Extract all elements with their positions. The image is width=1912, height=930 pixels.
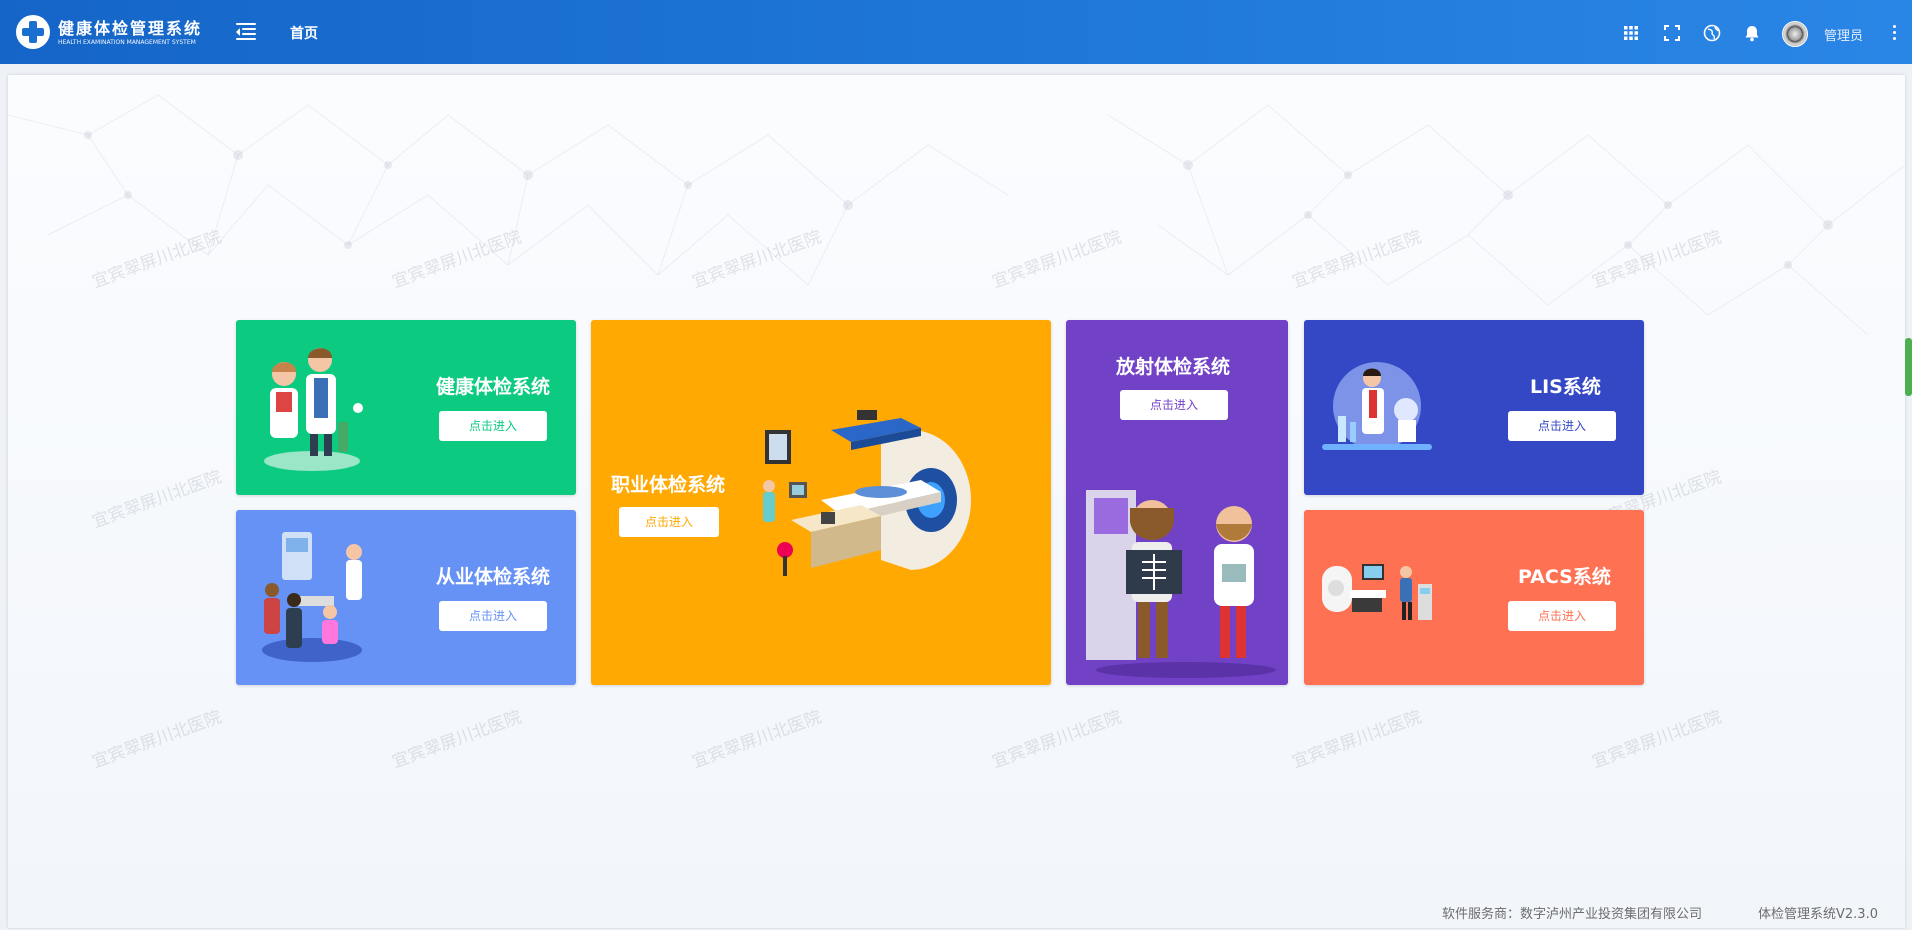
card-employment-exam[interactable]: 从业体检系统 点击进入 bbox=[236, 510, 576, 685]
footer-version: 体检管理系统V2.3.0 bbox=[1758, 907, 1878, 922]
enter-button[interactable]: 点击进入 bbox=[619, 507, 719, 537]
user-name[interactable]: 管理员 bbox=[1824, 25, 1863, 44]
card-pacs[interactable]: PACS系统 点击进入 bbox=[1304, 510, 1644, 685]
watermark: 宜宾翠屏川北医院 bbox=[689, 707, 825, 773]
enter-button[interactable]: 点击进入 bbox=[1120, 390, 1228, 420]
card-lis[interactable]: LIS系统 点击进入 bbox=[1304, 320, 1644, 495]
scroll-handle[interactable] bbox=[1905, 338, 1912, 396]
card-title: 从业体检系统 bbox=[436, 566, 551, 588]
menu-collapse-icon[interactable] bbox=[236, 23, 256, 41]
card-title: PACS系统 bbox=[1518, 566, 1611, 588]
avatar[interactable] bbox=[1782, 21, 1808, 47]
lab-illustration bbox=[1322, 362, 1432, 450]
card-radiation-exam[interactable]: 放射体检系统 点击进入 bbox=[1066, 320, 1288, 685]
doctors-illustration bbox=[264, 348, 363, 471]
apps-grid-icon[interactable] bbox=[1622, 24, 1640, 42]
enter-button[interactable]: 点击进入 bbox=[1508, 601, 1616, 631]
card-health-exam[interactable]: 健康体检系统 点击进入 bbox=[236, 320, 576, 495]
brand-subtitle: HEALTH EXAMINATION MANAGEMENT SYSTEM bbox=[58, 39, 196, 46]
watermark: 宜宾翠屏川北医院 bbox=[1289, 707, 1425, 773]
xray-doctors-illustration bbox=[1086, 490, 1276, 678]
brand-title: 健康体检管理系统 bbox=[58, 19, 203, 38]
top-bar: 健康体检管理系统 HEALTH EXAMINATION MANAGEMENT S… bbox=[0, 0, 1912, 64]
card-title: 职业体检系统 bbox=[611, 474, 726, 496]
footer-provider: 软件服务商：数字泸州产业投资集团有限公司 bbox=[1442, 907, 1703, 922]
card-occupational-exam[interactable]: 职业体检系统 点击进入 bbox=[591, 320, 1051, 685]
logo-cross-icon-bar bbox=[22, 28, 44, 36]
fullscreen-icon[interactable] bbox=[1663, 24, 1681, 42]
more-vertical-icon[interactable] bbox=[1893, 24, 1897, 42]
bell-icon[interactable] bbox=[1743, 24, 1761, 42]
card-title: LIS系统 bbox=[1530, 376, 1601, 398]
exam-room-illustration bbox=[262, 532, 362, 662]
imaging-room-illustration bbox=[1322, 564, 1432, 620]
enter-button[interactable]: 点击进入 bbox=[439, 411, 547, 441]
watermark: 宜宾翠屏川北医院 bbox=[89, 707, 225, 773]
card-title: 放射体检系统 bbox=[1116, 356, 1231, 378]
watermark: 宜宾翠屏川北医院 bbox=[989, 707, 1125, 773]
watermark: 宜宾翠屏川北医院 bbox=[89, 467, 225, 533]
enter-button[interactable]: 点击进入 bbox=[1508, 411, 1616, 441]
card-title: 健康体检系统 bbox=[436, 376, 551, 398]
watermark: 宜宾翠屏川北医院 bbox=[389, 707, 525, 773]
watermark: 宜宾翠屏川北医院 bbox=[1589, 707, 1725, 773]
nav-home-tab[interactable]: 首页 bbox=[290, 23, 318, 43]
enter-button[interactable]: 点击进入 bbox=[439, 601, 547, 631]
globe-icon[interactable] bbox=[1703, 24, 1721, 42]
ct-scanner-illustration bbox=[763, 410, 971, 576]
